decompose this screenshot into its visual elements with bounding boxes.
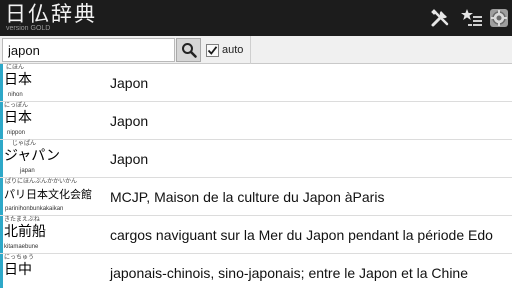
- entry-translation: Japon: [110, 113, 149, 129]
- entry-translation: MCJP, Maison de la culture du Japon àPar…: [110, 189, 385, 205]
- entry-translation: Japon: [110, 75, 149, 91]
- auto-label: auto: [222, 44, 244, 56]
- entry-romaji: parinihonbunkakaikan: [5, 206, 64, 212]
- search-button[interactable]: [176, 38, 201, 62]
- entry-reading: にほん: [6, 64, 25, 71]
- list-item[interactable]: きたまえぶね 北前船 kitamaebune cargos naviguant …: [0, 216, 512, 254]
- search-input[interactable]: [2, 38, 175, 62]
- app-title: 日仏辞典: [5, 2, 97, 26]
- row-accent: [0, 64, 3, 101]
- entry-romaji: japan: [20, 168, 35, 174]
- list-item[interactable]: ぱりにほんぶんかかいかん パリ日本文化会館 parinihonbunkakaik…: [0, 178, 512, 216]
- entry-reading: にっぽん: [4, 102, 29, 109]
- entry-reading: ぱりにほんぶんかかいかん: [5, 178, 78, 185]
- entry-word: ジャパン: [4, 148, 60, 164]
- favorites-list-icon[interactable]: [460, 6, 484, 30]
- entry-romaji: nippon: [7, 130, 26, 136]
- entry-word: 日中: [4, 262, 32, 278]
- entry-reading: きたまえぶね: [4, 216, 40, 223]
- entry-reading: じゃぱん: [12, 140, 37, 147]
- row-accent: [0, 102, 3, 139]
- entry-word: パリ日本文化会館: [4, 188, 92, 201]
- row-accent: [0, 178, 3, 215]
- checkmark-icon: [207, 45, 218, 55]
- row-accent: [0, 140, 3, 177]
- list-item[interactable]: にっぽん 日本 nippon Japon: [0, 102, 512, 140]
- search-bar: auto: [0, 36, 512, 64]
- entry-reading: にっちゅう: [4, 254, 35, 261]
- entry-word: 北前船: [4, 224, 46, 240]
- search-icon: [181, 43, 197, 58]
- list-item[interactable]: にほん 日本 nihon Japon: [0, 64, 512, 102]
- auto-checkbox[interactable]: [206, 43, 219, 57]
- list-item[interactable]: じゃぱん ジャパン japan Japon: [0, 140, 512, 178]
- entry-translation: japonais-chinois, sino-japonais; entre l…: [110, 265, 468, 281]
- list-item[interactable]: にっちゅう 日中 japonais-chinois, sino-japonais…: [0, 254, 512, 288]
- title-bar: 日仏辞典 version GOLD: [0, 0, 512, 36]
- entry-romaji: nihon: [8, 92, 23, 98]
- results-list[interactable]: にほん 日本 nihon Japon にっぽん 日本 nippon Japon …: [0, 64, 512, 288]
- entry-word: 日本: [4, 110, 32, 126]
- auto-search-toggle[interactable]: auto: [206, 40, 243, 60]
- row-accent: [0, 216, 3, 253]
- settings-icon[interactable]: [488, 6, 510, 30]
- entry-translation: Japon: [110, 151, 149, 167]
- entry-translation: cargos naviguant sur la Mer du Japon pen…: [110, 227, 493, 243]
- tools-icon[interactable]: [428, 6, 452, 30]
- entry-romaji: kitamaebune: [4, 244, 39, 250]
- row-accent: [0, 254, 3, 288]
- app-version: version GOLD: [6, 25, 51, 32]
- entry-word: 日本: [4, 72, 32, 88]
- divider: [250, 36, 251, 64]
